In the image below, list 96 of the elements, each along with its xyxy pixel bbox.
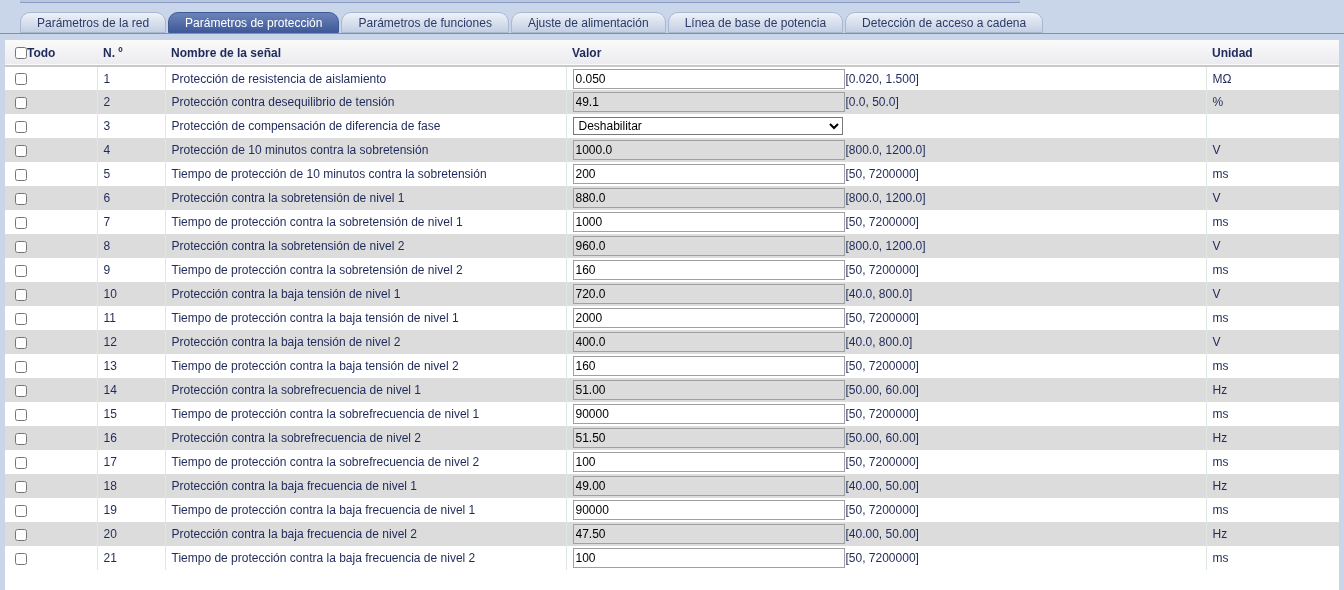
input-field[interactable]: 160: [572, 356, 845, 376]
input-field[interactable]: 720.0: [572, 284, 845, 304]
row-checkbox[interactable]: [15, 312, 27, 325]
row-checkbox[interactable]: [15, 456, 27, 469]
table-cell: Tiempo de protección contra la baja frecuencia de nivel 2: [165, 546, 566, 570]
table-cell: MΩ: [1206, 66, 1339, 90]
range-text: [50.00, 60.00]: [845, 430, 919, 447]
row-checkbox[interactable]: [15, 216, 27, 229]
table-cell: V: [1206, 282, 1339, 306]
range-text: [40.00, 50.00]: [845, 526, 919, 543]
input-field[interactable]: 400.0: [572, 332, 845, 352]
table-cell: V: [1206, 186, 1339, 210]
tab[interactable]: Parámetros de funciones: [341, 12, 509, 33]
column-header: Nombre de la señal: [165, 40, 566, 66]
input-field[interactable]: 960.0: [572, 236, 845, 256]
row-checkbox[interactable]: [15, 336, 27, 349]
row-checkbox[interactable]: [15, 504, 27, 517]
row-checkbox[interactable]: [15, 432, 27, 445]
input-field[interactable]: 200: [572, 164, 845, 184]
input-field[interactable]: 49.00: [572, 476, 845, 496]
range-text: [50, 7200000]: [845, 550, 919, 567]
table-cell: Hz: [1206, 378, 1339, 402]
input-field[interactable]: 51.50: [572, 428, 845, 448]
range-text: [50, 7200000]: [845, 262, 919, 279]
range-text: [800.0, 1200.0]: [845, 190, 926, 207]
table-cell: ms: [1206, 498, 1339, 522]
row-checkbox[interactable]: [15, 192, 27, 205]
table-cell: ms: [1206, 402, 1339, 426]
row-checkbox[interactable]: [15, 480, 27, 493]
range-text: [50.00, 60.00]: [845, 382, 919, 399]
range-text: [800.0, 1200.0]: [845, 142, 926, 159]
column-header: Todo: [27, 44, 56, 62]
range-text: [50, 7200000]: [845, 214, 919, 231]
input-field[interactable]: 90000: [572, 404, 845, 424]
table-cell: %: [1206, 90, 1339, 114]
tab[interactable]: Línea de base de potencia: [667, 12, 844, 33]
table-cell: Hz: [1206, 426, 1339, 450]
table-cell: Hz: [1206, 522, 1339, 546]
input-field[interactable]: 51.00: [572, 380, 845, 400]
row-checkbox[interactable]: [15, 552, 27, 565]
table-cell: Hz: [1206, 474, 1339, 498]
row-checkbox[interactable]: [15, 73, 27, 86]
row-checkbox[interactable]: [15, 144, 27, 157]
table-cell: V: [1206, 330, 1339, 354]
row-checkbox[interactable]: [15, 408, 27, 421]
range-text: [40.0, 800.0]: [845, 334, 913, 351]
tab[interactable]: Parámetros de la red: [20, 12, 167, 33]
table-cell: ms: [1206, 210, 1339, 234]
input-field[interactable]: 1000.0: [572, 140, 845, 160]
range-text: [0.0, 50.0]: [845, 94, 899, 111]
row-checkbox[interactable]: [15, 528, 27, 541]
input-field[interactable]: 100: [572, 452, 845, 472]
table-cell: ms: [1206, 258, 1339, 282]
input-field[interactable]: 90000: [572, 500, 845, 520]
row-checkbox[interactable]: [15, 240, 27, 253]
input-field[interactable]: 160: [572, 260, 845, 280]
input-field[interactable]: 1000: [572, 212, 845, 232]
range-text: [50, 7200000]: [845, 454, 919, 471]
input-field[interactable]: 0.050: [572, 68, 845, 89]
row-checkbox[interactable]: [15, 96, 27, 109]
input-field[interactable]: 100: [572, 548, 845, 568]
tab[interactable]: Detección de acceso a cadena: [845, 12, 1044, 33]
row-checkbox[interactable]: [15, 288, 27, 301]
row-checkbox[interactable]: [15, 264, 27, 277]
select-all-checkbox[interactable]: [15, 46, 27, 59]
table-cell: ms: [1206, 306, 1339, 330]
table-cell: ms: [1206, 450, 1339, 474]
range-text: [800.0, 1200.0]: [845, 238, 926, 255]
range-text: [50, 7200000]: [845, 310, 919, 327]
range-text: [50, 7200000]: [845, 502, 919, 519]
input-field[interactable]: 47.50: [572, 524, 845, 544]
tab[interactable]: Parámetros de protección: [168, 12, 340, 33]
table-cell: V: [1206, 234, 1339, 258]
range-text: [50, 7200000]: [845, 406, 919, 423]
input-field[interactable]: 49.1: [572, 92, 845, 112]
input-field[interactable]: 880.0: [572, 188, 845, 208]
row-checkbox[interactable]: [15, 168, 27, 181]
table-cell: ms: [1206, 162, 1339, 186]
range-text: [50, 7200000]: [845, 358, 919, 375]
column-header: Valor: [566, 40, 1206, 66]
range-text: [40.0, 800.0]: [845, 286, 913, 303]
range-text: [50, 7200000]: [845, 166, 919, 183]
range-text: [40.00, 50.00]: [845, 478, 919, 495]
dropdown[interactable]: Deshabilitar: [572, 117, 843, 135]
table-cell: V: [1206, 138, 1339, 162]
table-cell: ms: [1206, 354, 1339, 378]
column-header: Unidad: [1206, 40, 1339, 66]
table-cell: 21: [97, 546, 165, 570]
input-field[interactable]: 2000: [572, 308, 845, 328]
table-cell: ms: [1206, 546, 1339, 570]
row-checkbox[interactable]: [15, 360, 27, 373]
column-header: N. º: [97, 40, 165, 66]
range-text: [0.020, 1.500]: [845, 70, 919, 88]
row-checkbox[interactable]: [15, 384, 27, 397]
tab[interactable]: Ajuste de alimentación: [510, 12, 666, 33]
row-checkbox[interactable]: [15, 120, 27, 133]
